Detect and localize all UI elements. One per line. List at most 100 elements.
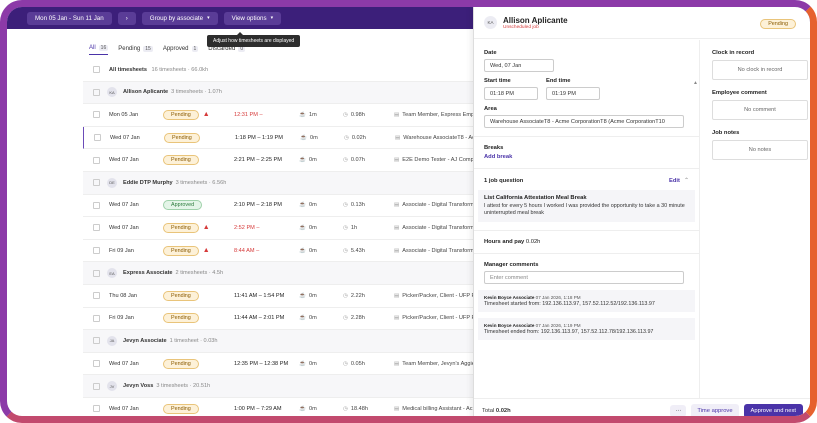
- start-time-field[interactable]: 01:18 PM: [484, 87, 538, 100]
- shift-date: Wed 07 Jan: [109, 224, 139, 231]
- group-title: Jevyn Associate 1 timesheet · 0.03h: [123, 338, 218, 344]
- panel-scrollbar[interactable]: ▲ ▼: [693, 80, 698, 416]
- row-checkbox[interactable]: [93, 314, 100, 322]
- view-options-tooltip: Adjust how timesheets are displayed: [207, 32, 301, 47]
- group-by-button[interactable]: Group by associate ▾: [141, 11, 218, 25]
- timesheet-row[interactable]: Mon 05 Jan Pending ▲ 12:31 PM – ☕ 1m ◷ 0.98h ▤ Te…: [83, 104, 474, 127]
- scroll-up-icon[interactable]: ▲: [693, 80, 698, 86]
- select-all-checkbox[interactable]: [93, 66, 100, 74]
- hours-worked: 0.02h: [351, 134, 366, 141]
- comment-text: Timesheet ended from: 192.136.113.97, 15…: [484, 328, 654, 335]
- tab-pending[interactable]: Pending 15: [118, 45, 153, 55]
- more-options-button[interactable]: ···: [670, 405, 687, 416]
- break-duration: 0m: [308, 157, 317, 164]
- end-time-field[interactable]: 01:19 PM: [546, 87, 600, 100]
- row-checkbox[interactable]: [93, 269, 100, 277]
- hours-cell: ◷ 2.28h: [343, 315, 365, 321]
- timesheet-row[interactable]: Fri 09 Jan Pending ▲ 8:44 AM – ☕ 0m ◷ 5.43h ▤ Ass…: [83, 240, 474, 263]
- break-cell: ☕ 0m: [299, 225, 317, 231]
- briefcase-icon: ▤: [394, 202, 400, 209]
- row-checkbox[interactable]: [93, 179, 100, 187]
- break-duration: 0m: [308, 247, 317, 254]
- shift-time: 11:41 AM – 1:54 PM: [234, 292, 285, 299]
- briefcase-icon: ▤: [394, 224, 400, 231]
- view-options-button[interactable]: View options ▾: [223, 11, 282, 25]
- clock-icon: ◷: [343, 360, 348, 367]
- break-cell: ☕ 0m: [299, 361, 317, 367]
- job-cell: ▤ Associate - Digital Transform: [394, 202, 474, 208]
- briefcase-icon: ▤: [395, 134, 401, 141]
- shift-time: 2:21 PM – 2:25 PM: [234, 157, 282, 164]
- clock-icon: ◷: [343, 111, 348, 118]
- timesheet-row[interactable]: Wed 07 Jan Pending 1:00 PM – 7:29 AM ☕ 0m ◷ 18…: [83, 398, 473, 416]
- timesheet-row[interactable]: Wed 07 Jan Pending 1:18 PM – 1:19 PM ☕ 0m ◷ 0.…: [83, 126, 475, 150]
- timesheet-row[interactable]: Wed 07 Jan Pending ▲ 2:52 PM – ☕ 0m ◷ 1h ▤ Associ…: [83, 217, 474, 240]
- warning-icon: ▲: [202, 246, 210, 254]
- row-checkbox[interactable]: [93, 360, 100, 368]
- row-checkbox[interactable]: [93, 405, 100, 413]
- area-field[interactable]: Warehouse AssociateT8 - Acme Corporation…: [484, 115, 684, 128]
- group-summary: 2 timesheets · 4.5h: [175, 270, 224, 277]
- panel-footer: Total 0.02h ··· Time approve Approve and…: [474, 398, 810, 416]
- status-cell: Pending ▲: [163, 109, 210, 120]
- timesheet-row[interactable]: Wed 07 Jan Approved 2:10 PM – 2:18 PM ☕ 0m ◷ 0…: [83, 195, 474, 218]
- job-questions-label: 1 job question: [484, 177, 524, 184]
- group-summary: 3 timesheets · 20.51h: [156, 383, 211, 390]
- hours-cell: ◷ 0.02h: [344, 135, 366, 141]
- timesheet-list: All timesheets 16 timesheets · 66.0kh KA…: [83, 59, 475, 416]
- edit-questions-button[interactable]: Edit: [669, 178, 680, 184]
- timesheet-row[interactable]: Thu 08 Jan Pending 11:41 AM – 1:54 PM ☕ 0m ◷ 2…: [83, 285, 474, 308]
- hours-worked: 2.28h: [350, 315, 365, 322]
- row-checkbox[interactable]: [93, 156, 100, 164]
- status-cell: Pending: [163, 290, 199, 301]
- row-checkbox[interactable]: [94, 134, 101, 142]
- tab-label: Pending: [118, 45, 141, 52]
- briefcase-icon: ▤: [394, 360, 400, 367]
- row-checkbox[interactable]: [93, 88, 100, 96]
- time-fields: Start time 01:18 PM End time 01:19 PM: [484, 78, 689, 106]
- job-name: Medical billing Assistant - Ac: [402, 405, 473, 412]
- row-checkbox[interactable]: [93, 111, 100, 119]
- tab-approved[interactable]: Approved 1: [162, 45, 199, 55]
- break-cell: ☕ 0m: [299, 315, 317, 321]
- comment-input[interactable]: Enter comment: [484, 270, 684, 284]
- row-checkbox[interactable]: [93, 201, 100, 209]
- job-cell: ▤ Picker/Packer, Client - UFP P: [394, 293, 474, 299]
- date-field[interactable]: Wed, 07 Jan: [484, 59, 554, 72]
- approve-and-next-button[interactable]: Approve and next: [743, 404, 803, 416]
- coffee-icon: ☕: [299, 315, 306, 322]
- associate-group-row[interactable]: EA Express Associate 2 timesheets · 4.5h: [83, 262, 473, 285]
- timesheet-row[interactable]: Wed 07 Jan Pending 2:21 PM – 2:25 PM ☕ 0m ◷ 0.…: [83, 149, 474, 172]
- row-checkbox[interactable]: [93, 224, 100, 232]
- associate-group-row[interactable]: JA Jevyn Associate 1 timesheet · 0.03h: [83, 330, 473, 353]
- group-title: Allison Aplicante 3 timesheets · 1.07h: [123, 89, 222, 95]
- associate-group-row[interactable]: KA Allison Aplicante 3 timesheets · 1.07h: [83, 81, 473, 105]
- tab-label: Approved: [162, 45, 189, 52]
- job-type: Unscheduled job: [503, 24, 539, 30]
- hours-worked: 0.07h: [350, 157, 365, 164]
- associate-group-row[interactable]: JV Jevyn Voss 3 timesheets · 20.51h: [83, 375, 473, 398]
- row-checkbox[interactable]: [93, 337, 100, 345]
- row-checkbox[interactable]: [93, 247, 100, 255]
- job-name: E2E Demo Tester - AJ Compa: [402, 157, 474, 164]
- shift-date: Fri 09 Jan: [109, 247, 134, 254]
- tab-all[interactable]: All 16: [89, 45, 109, 55]
- shift-time: 2:10 PM – 2:18 PM: [234, 202, 282, 209]
- timesheet-row[interactable]: Wed 07 Jan Pending 12:35 PM – 12:38 PM ☕ 0m ◷…: [83, 353, 474, 376]
- date-range-button[interactable]: Mon 05 Jan - Sun 11 Jan: [27, 11, 112, 25]
- hours-worked: 18.48h: [350, 405, 368, 412]
- chevron-up-icon[interactable]: ⌃: [684, 177, 689, 184]
- hours-cell: ◷ 0.05h: [343, 361, 365, 367]
- job-name: Team Member, Jevyn's Aggie: [402, 360, 474, 367]
- clock-in-label: Clock in record: [712, 50, 755, 56]
- timesheet-row[interactable]: Fri 09 Jan Pending 11:44 AM – 2:01 PM ☕ 0m ◷ 2…: [83, 308, 474, 331]
- next-week-button[interactable]: ›: [117, 11, 136, 25]
- group-summary: 3 timesheets · 1.07h: [171, 89, 222, 96]
- add-break-button[interactable]: Add break: [484, 154, 689, 160]
- row-checkbox[interactable]: [93, 382, 100, 390]
- status-cell: Pending ▲: [163, 222, 210, 233]
- associate-group-row[interactable]: DE Eddie DTP Murphy 3 timesheets · 6.56h: [83, 171, 473, 195]
- row-checkbox[interactable]: [93, 292, 100, 300]
- area-label: Area: [484, 106, 497, 112]
- time-approve-button[interactable]: Time approve: [691, 404, 739, 416]
